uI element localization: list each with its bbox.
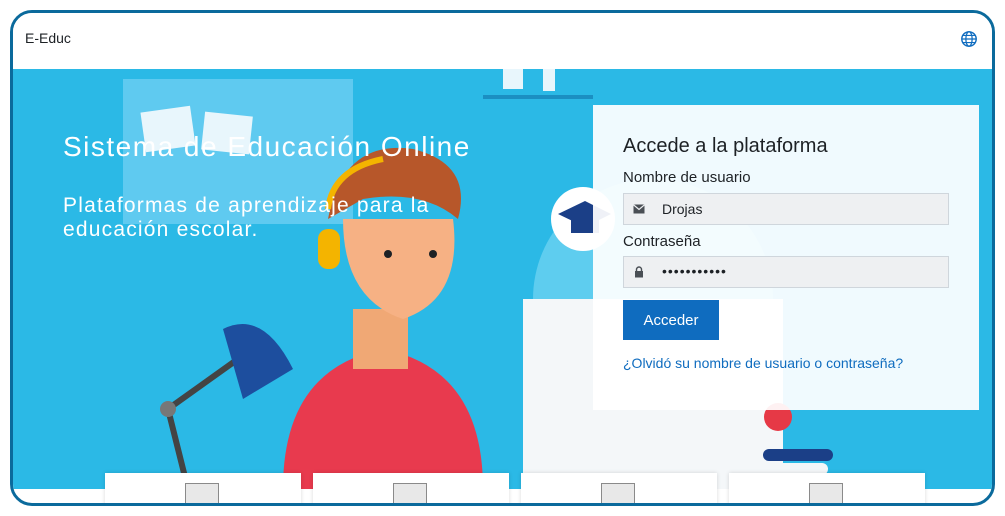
login-title: Accede a la plataforma bbox=[623, 135, 828, 157]
lock-icon bbox=[624, 257, 654, 287]
forgot-credentials-link[interactable]: ¿Olvidó su nombre de usuario o contraseñ… bbox=[623, 355, 903, 371]
site-brand[interactable]: E-Educ bbox=[25, 30, 71, 46]
course-card[interactable] bbox=[521, 473, 717, 503]
image-placeholder-icon bbox=[185, 483, 219, 503]
course-cards-row bbox=[13, 473, 992, 503]
bg-shelf-shape bbox=[483, 95, 593, 99]
desk-lamp-shape bbox=[223, 324, 293, 399]
username-field[interactable]: Drojas bbox=[623, 193, 949, 225]
username-label: Nombre de usuario bbox=[623, 169, 751, 186]
hero-banner: Sistema de Educación Online Plataformas … bbox=[13, 69, 992, 489]
top-navbar: E-Educ bbox=[13, 13, 992, 70]
bg-shelf-shape bbox=[543, 69, 555, 91]
hero-subtitle: Plataformas de aprendizaje para la educa… bbox=[63, 194, 430, 241]
image-placeholder-icon bbox=[601, 483, 635, 503]
username-value: Drojas bbox=[662, 201, 703, 217]
password-label: Contraseña bbox=[623, 233, 701, 250]
person-shirt-shape bbox=[283, 349, 483, 489]
login-button[interactable]: Acceder bbox=[623, 300, 719, 340]
image-placeholder-icon bbox=[809, 483, 843, 503]
envelope-icon bbox=[624, 194, 654, 224]
image-placeholder-icon bbox=[393, 483, 427, 503]
lamp-joint-shape bbox=[160, 401, 176, 417]
person-neck-shape bbox=[353, 309, 408, 369]
course-card[interactable] bbox=[105, 473, 301, 503]
login-panel: Accede a la plataforma Nombre de usuario… bbox=[593, 105, 979, 410]
course-card[interactable] bbox=[729, 473, 925, 503]
hero-title: Sistema de Educación Online bbox=[63, 131, 471, 162]
globe-icon[interactable] bbox=[960, 30, 978, 48]
password-value: ••••••••••• bbox=[662, 263, 727, 279]
books-shape bbox=[763, 449, 833, 461]
bg-shelf-shape bbox=[503, 69, 523, 89]
app-frame: E-Educ Sistema de Educación Online Plata… bbox=[10, 10, 995, 506]
password-field[interactable]: ••••••••••• bbox=[623, 256, 949, 288]
course-card[interactable] bbox=[313, 473, 509, 503]
